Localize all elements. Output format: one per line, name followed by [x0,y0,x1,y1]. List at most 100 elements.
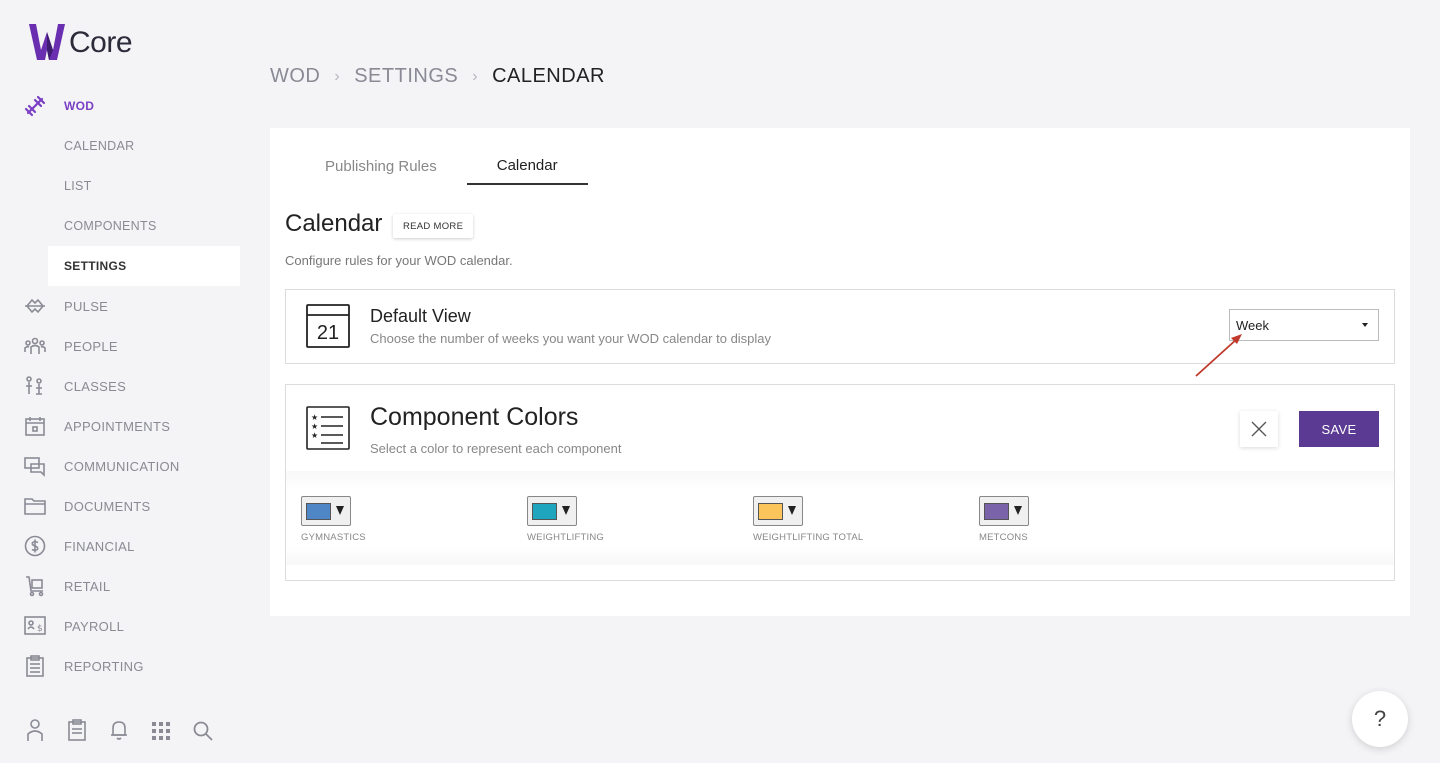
component-colors-title: Component Colors [370,403,579,431]
color-label: METCONS [979,532,1028,543]
read-more-button[interactable]: READ MORE [393,214,474,238]
report-icon [26,655,44,677]
color-picker-weightlifting-total[interactable] [753,496,803,526]
svg-text:$: $ [37,624,43,634]
sidebar-item-label: DOCUMENTS [64,498,151,514]
sidebar-item-reporting[interactable]: REPORTING [0,646,240,686]
breadcrumb-settings[interactable]: SETTINGS [354,65,458,88]
sidebar-item-classes[interactable]: CLASSES [0,366,240,406]
logo[interactable]: Core [27,22,133,62]
sidebar-item-label: COMMUNICATION [64,458,180,474]
breadcrumb: WOD › SETTINGS › CALENDAR [270,65,605,88]
color-label: WEIGHTLIFTING [527,532,605,543]
dollar-icon [24,535,46,557]
apps-grid-icon[interactable] [150,718,172,742]
caret-down-icon [1362,323,1368,327]
sidebar-subitem-calendar[interactable]: CALENDAR [48,126,240,166]
close-icon [1251,421,1267,437]
calendar-day-icon: 21 [306,304,350,348]
star-list-icon: ★★★ [306,406,350,450]
color-label: GYMNASTICS [301,532,366,543]
chevron-right-icon: › [334,67,341,85]
payroll-icon: $ [24,616,46,635]
component-colors-subtitle: Select a color to represent each compone… [370,441,622,456]
sidebar-subitem-components[interactable]: COMPONENTS [48,206,240,246]
sidebar-item-label: PULSE [64,298,109,314]
color-item-weightlifting: WEIGHTLIFTING [527,496,604,543]
sidebar-subitem-label: SETTINGS [64,259,127,273]
color-picker-gymnastics[interactable] [301,496,351,526]
caret-down-icon [1014,506,1022,515]
sidebar-item-label: APPOINTMENTS [64,418,171,434]
sidebar-item-label: REPORTING [64,658,144,674]
sidebar-subitem-label: LIST [64,179,92,193]
sidebar-subitem-label: CALENDAR [64,139,135,153]
sidebar-item-documents[interactable]: DOCUMENTS [0,486,240,526]
color-item-weightlifting-total: WEIGHTLIFTING TOTAL [753,496,863,543]
default-view-select[interactable]: Week [1229,309,1379,341]
sidebar-subitem-list[interactable]: LIST [48,166,240,206]
color-swatch [532,503,557,520]
sidebar-item-label: CLASSES [64,378,127,394]
sidebar-item-pulse[interactable]: PULSE [0,286,240,326]
color-label: WEIGHTLIFTING TOTAL [753,532,864,543]
cart-icon [26,576,44,597]
svg-text:★: ★ [311,431,318,440]
sidebar-item-payroll[interactable]: $ PAYROLL [0,606,240,646]
caret-down-icon [788,506,796,515]
annotation-arrow-icon [1195,334,1242,377]
appointments-icon [25,417,45,436]
color-picker-weightlifting[interactable] [527,496,577,526]
tab-bar: Publishing Rules Calendar [295,148,588,185]
sidebar-item-label: WOD [64,99,95,113]
breadcrumb-calendar: CALENDAR [492,65,605,87]
section-title: Calendar [285,210,383,237]
clipboard-icon[interactable] [66,718,88,742]
caret-down-icon [336,506,344,515]
dumbbell-icon [24,95,46,117]
pulse-icon [25,298,45,314]
sidebar-item-financial[interactable]: FINANCIAL [0,526,240,566]
sidebar-subitem-label: COMPONENTS [64,219,157,233]
color-item-metcons: METCONS [979,496,1029,543]
logo-w-icon [29,24,65,60]
chevron-right-icon: › [472,67,479,85]
sidebar-item-label: RETAIL [64,578,111,594]
tab-publishing-rules[interactable]: Publishing Rules [295,148,467,185]
close-button[interactable] [1240,411,1278,447]
breadcrumb-wod[interactable]: WOD [270,65,320,88]
component-colors-panel: ★ ★ ★ Component Colors Select a color to r… [285,384,1395,581]
communication-icon [24,457,45,477]
color-picker-metcons[interactable] [979,496,1029,526]
sidebar-item-wod[interactable]: WOD [0,86,240,126]
sidebar-item-communication[interactable]: COMMUNICATION [0,446,240,486]
save-button[interactable]: SAVE [1299,411,1379,447]
sidebar-item-label: FINANCIAL [64,538,135,554]
sidebar-subitem-settings[interactable]: SETTINGS [48,246,240,286]
sidebar-item-label: PEOPLE [64,338,118,354]
calendar-day-number: 21 [317,322,339,344]
svg-text:★: ★ [311,413,318,422]
sidebar: Core WOD CALENDAR LIST COMPONENTS SETTIN… [0,0,255,763]
people-icon [24,337,46,354]
sidebar-item-appointments[interactable]: APPOINTMENTS [0,406,240,446]
sidebar-item-people[interactable]: PEOPLE [0,326,240,366]
color-item-gymnastics: GYMNASTICS [301,496,366,543]
classes-icon [26,376,42,395]
color-swatch [984,503,1009,520]
sidebar-item-label: PAYROLL [64,618,125,634]
help-button[interactable]: ? [1352,691,1408,747]
tab-calendar[interactable]: Calendar [466,148,588,185]
bell-icon[interactable] [108,718,130,742]
user-icon[interactable] [24,718,46,742]
color-swatch [758,503,783,520]
logo-text: Core [69,26,133,59]
default-view-title: Default View [370,306,471,326]
sidebar-bottom-bar [24,718,214,742]
default-view-subtitle: Choose the number of weeks you want your… [370,331,772,346]
svg-text:★: ★ [311,422,318,431]
color-picker-row: GYMNASTICS WEIGHTLIFTING WEIGHTLIFTING T… [286,471,1394,565]
sidebar-item-retail[interactable]: RETAIL [0,566,240,606]
search-icon[interactable] [192,718,214,742]
caret-down-icon [562,506,570,515]
